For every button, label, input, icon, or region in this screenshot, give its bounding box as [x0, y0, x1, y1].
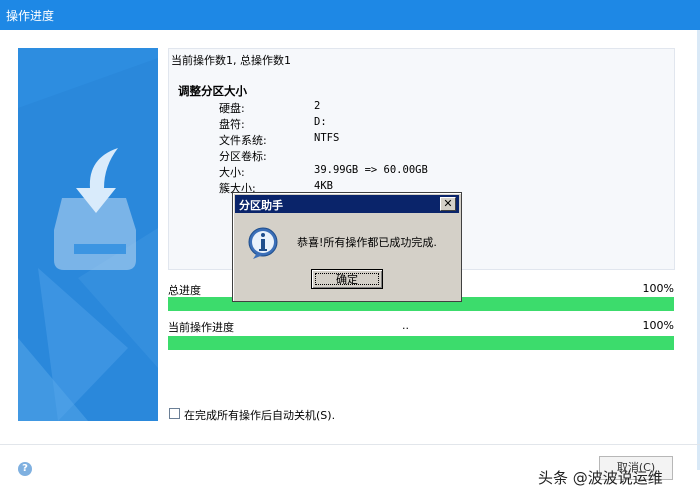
detail-key: 硬盘:: [219, 102, 245, 115]
footer-divider: [0, 444, 700, 445]
title-bar: 操作进度: [0, 0, 700, 30]
dialog-title: 分区助手: [239, 199, 283, 212]
detail-value: 39.99GB => 60.00GB: [314, 164, 428, 176]
info-icon: [248, 227, 278, 259]
operation-count-text: 当前操作数1, 总操作数1: [171, 54, 291, 67]
detail-key: 大小:: [219, 166, 245, 179]
current-progress-bar: [168, 336, 674, 350]
watermark-text: 头条 @波波说运维: [538, 469, 663, 487]
auto-shutdown-checkbox[interactable]: [169, 408, 180, 419]
window-title: 操作进度: [6, 9, 55, 23]
disk-download-illustration: [18, 58, 158, 421]
current-progress-percent: 100%: [642, 319, 674, 332]
current-progress-status: ..: [402, 319, 409, 332]
total-progress-percent: 100%: [642, 282, 674, 295]
operation-title: 调整分区大小: [178, 84, 247, 98]
current-progress-fill: [168, 336, 674, 350]
current-progress-label: 当前操作进度: [168, 321, 234, 334]
detail-key: 盘符:: [219, 118, 245, 131]
dialog-title-bar: 分区助手 ✕: [235, 195, 459, 213]
auto-shutdown-label: 在完成所有操作后自动关机(S).: [184, 409, 336, 422]
detail-value: D:: [314, 116, 327, 128]
completion-dialog: 分区助手 ✕ 恭喜!所有操作都已成功完成. 确定: [232, 192, 462, 302]
detail-key: 分区卷标:: [219, 150, 267, 163]
ok-button-label: 确定: [315, 273, 379, 286]
help-icon[interactable]: ?: [18, 462, 32, 476]
total-progress-label: 总进度: [168, 284, 201, 297]
illustration-panel: [18, 48, 158, 421]
ok-button[interactable]: 确定: [311, 269, 383, 289]
detail-value: 4KB: [314, 180, 333, 192]
dialog-close-button[interactable]: ✕: [440, 197, 456, 211]
detail-value: 2: [314, 100, 321, 112]
dialog-message: 恭喜!所有操作都已成功完成.: [297, 236, 437, 249]
detail-key: 文件系统:: [219, 134, 267, 147]
detail-value: NTFS: [314, 132, 340, 144]
